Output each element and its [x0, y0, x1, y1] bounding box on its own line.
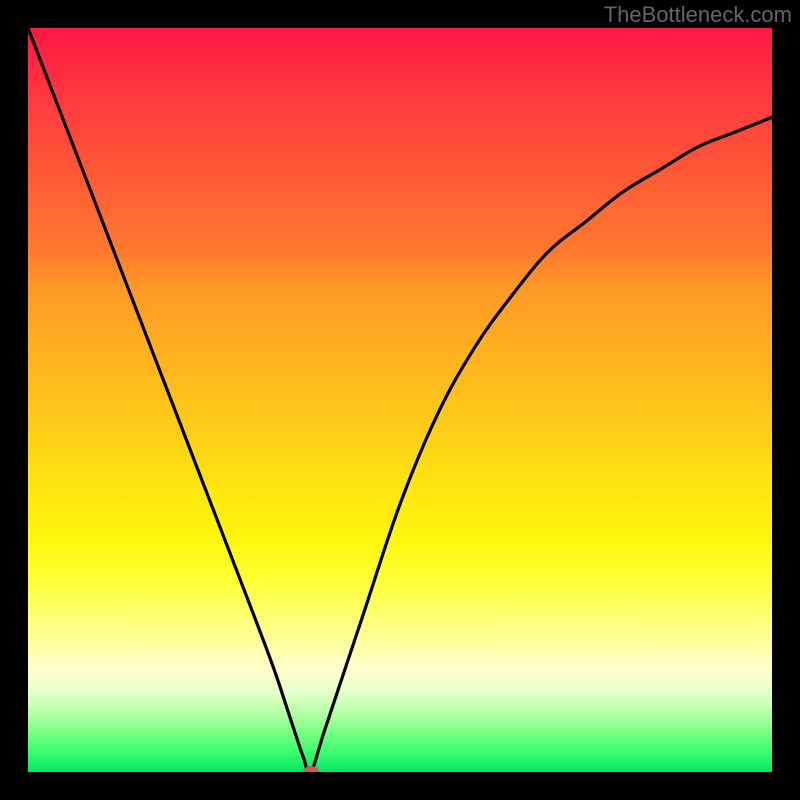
bottleneck-curve: [28, 28, 772, 772]
optimum-marker: [303, 766, 319, 772]
plot-area: [28, 28, 772, 772]
chart-frame: TheBottleneck.com: [0, 0, 800, 800]
watermark-text: TheBottleneck.com: [604, 2, 792, 28]
curve-path: [28, 28, 772, 772]
